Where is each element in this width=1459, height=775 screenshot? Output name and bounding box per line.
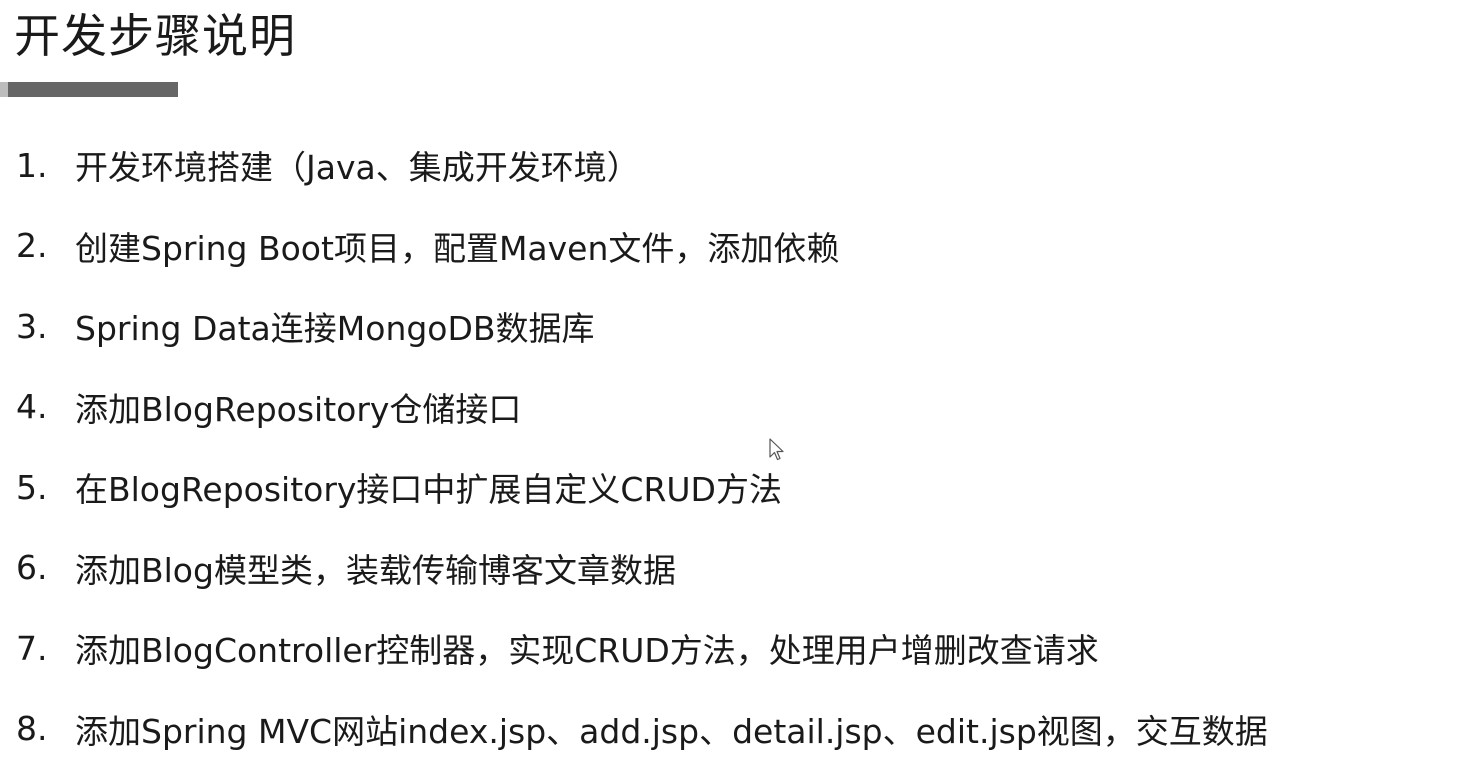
step-text: 添加BlogRepository仓储接口 [75,389,522,429]
step-item-7: 7. 添加BlogController控制器，实现CRUD方法，处理用户增删改查… [0,608,1459,689]
step-number: 6. [16,548,48,588]
step-text: 在BlogRepository接口中扩展自定义CRUD方法 [75,470,782,510]
step-item-4: 4. 添加BlogRepository仓储接口 [0,367,1459,448]
slide-title: 开发步骤说明 [14,9,296,63]
steps-list: 1. 开发环境搭建（Java、集成开发环境） 2. 创建Spring Boot项… [0,125,1459,769]
step-text: 添加Blog模型类，装载传输博客文章数据 [75,550,676,590]
step-item-1: 1. 开发环境搭建（Java、集成开发环境） [0,125,1459,206]
step-number: 1. [16,145,48,185]
step-item-3: 3. Spring Data连接MongoDB数据库 [0,286,1459,367]
step-text: 创建Spring Boot项目，配置Maven文件，添加依赖 [75,228,840,268]
step-number: 4. [16,387,48,427]
title-underline [0,82,178,97]
step-text: Spring Data连接MongoDB数据库 [75,309,595,349]
step-text: 开发环境搭建（Java、集成开发环境） [75,148,640,188]
title-underline-cap [0,82,8,97]
step-item-6: 6. 添加Blog模型类，装载传输博客文章数据 [0,528,1459,609]
step-number: 7. [16,628,48,668]
step-number: 2. [16,226,48,266]
step-text: 添加Spring MVC网站index.jsp、add.jsp、detail.j… [75,711,1268,751]
step-item-2: 2. 创建Spring Boot项目，配置Maven文件，添加依赖 [0,206,1459,287]
step-item-5: 5. 在BlogRepository接口中扩展自定义CRUD方法 [0,447,1459,528]
step-number: 5. [16,467,48,507]
step-item-8: 8. 添加Spring MVC网站index.jsp、add.jsp、detai… [0,689,1459,770]
step-text: 添加BlogController控制器，实现CRUD方法，处理用户增删改查请求 [75,631,1099,671]
step-number: 8. [16,709,48,749]
step-number: 3. [16,306,48,346]
mouse-pointer-icon [769,438,784,461]
